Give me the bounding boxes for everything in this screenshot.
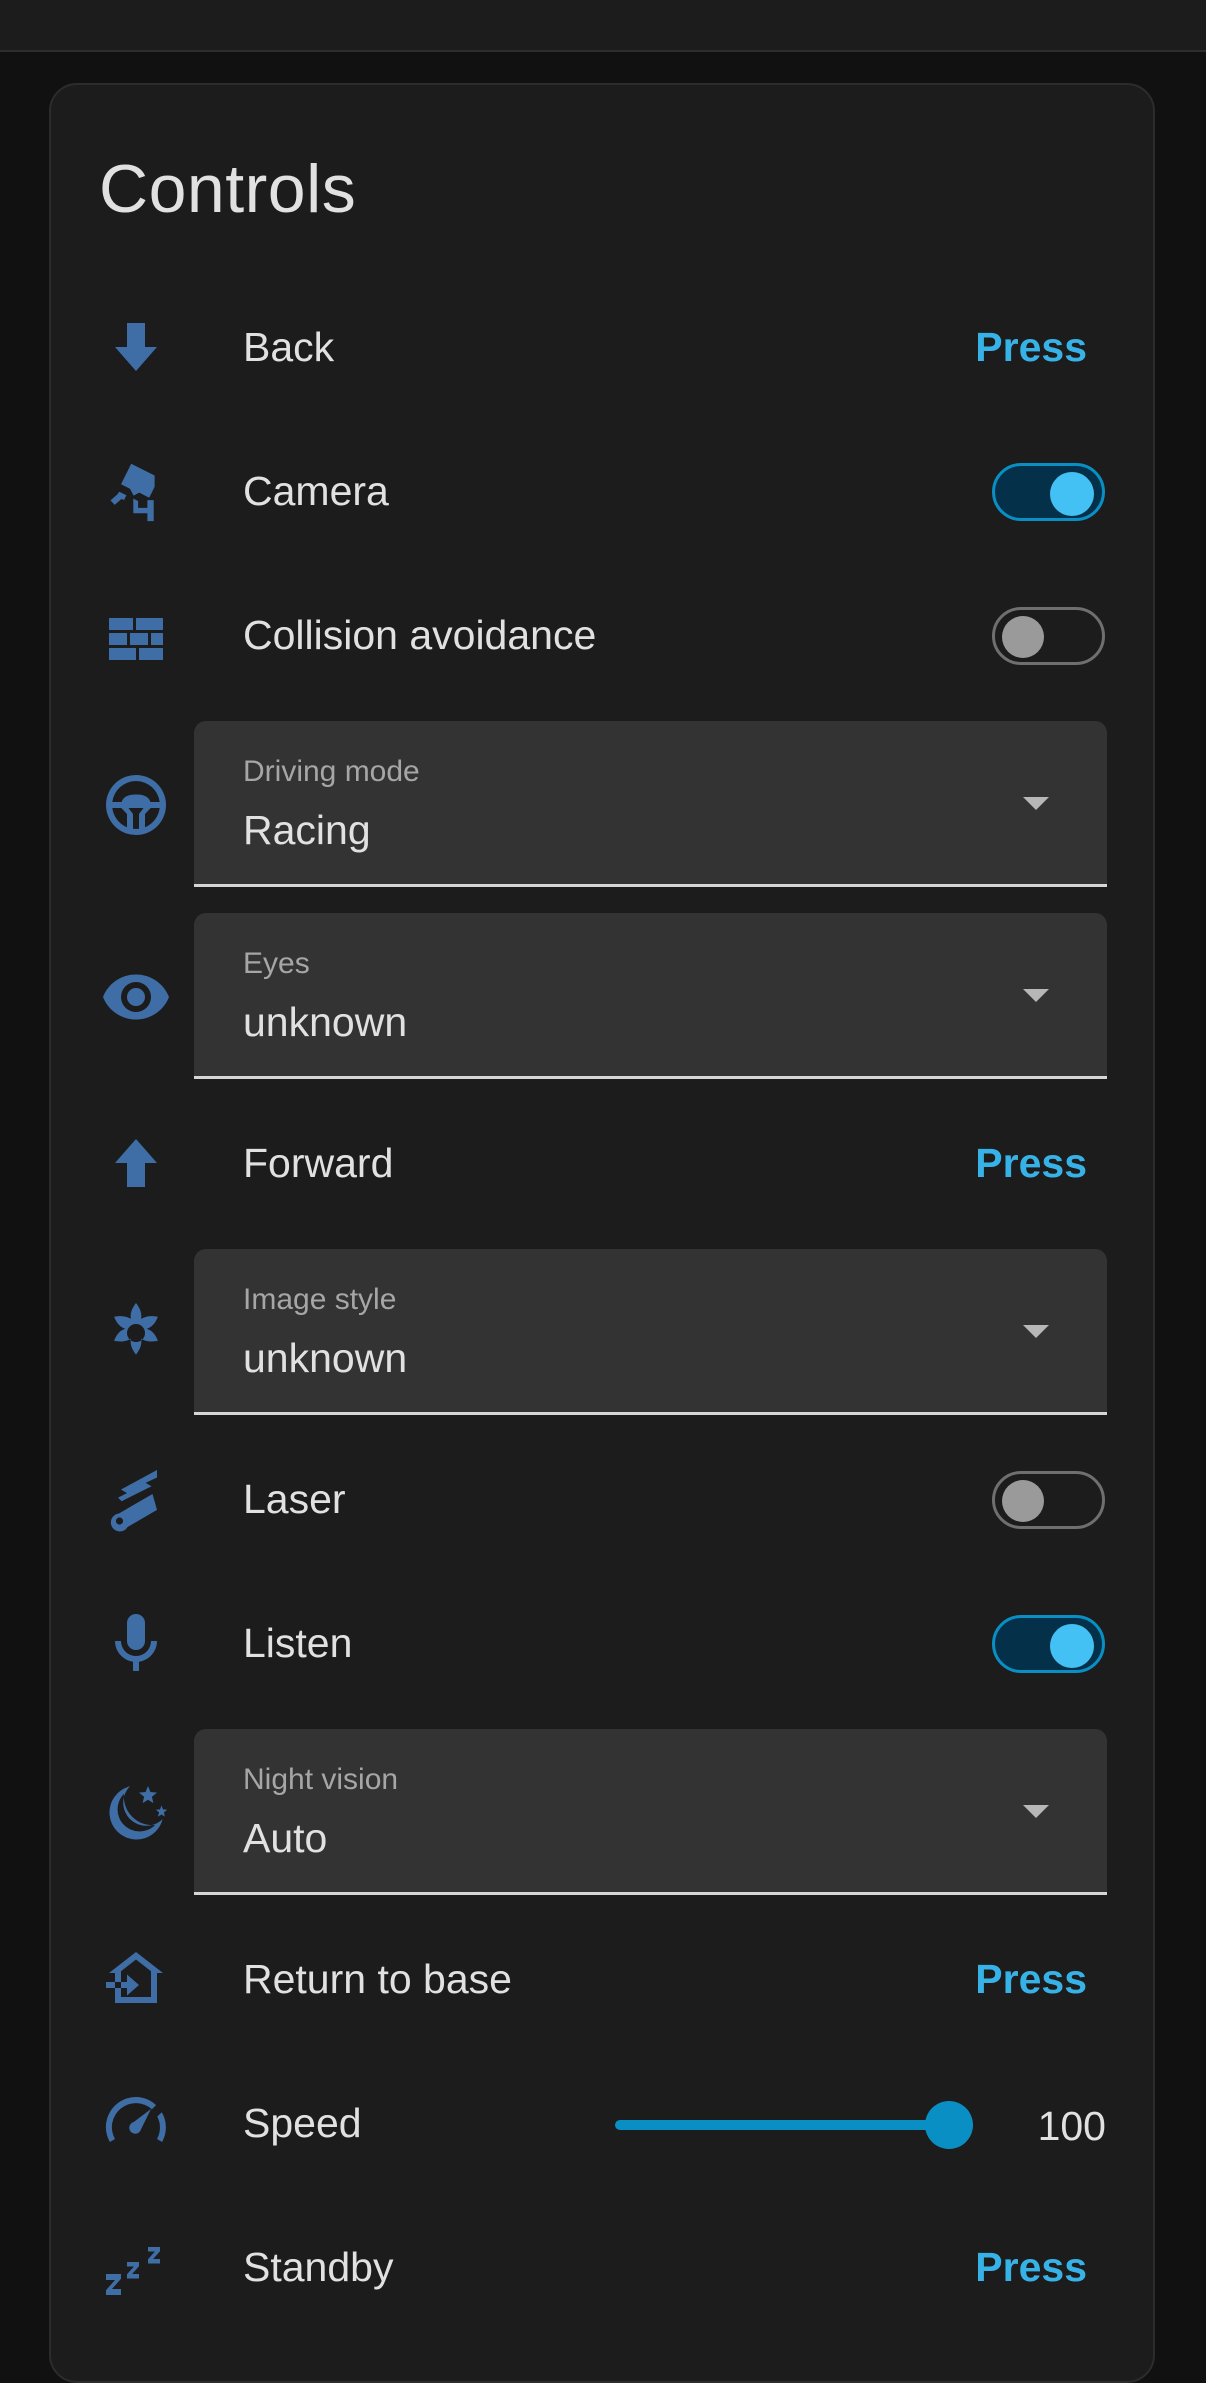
speed-value: 100 (1037, 2103, 1106, 2149)
standby-label: Standby (243, 2244, 394, 2290)
back-label: Back (243, 324, 335, 370)
moon-stars-icon (100, 1777, 172, 1849)
arrow-down-icon (100, 311, 172, 383)
chevron-down-icon (1023, 797, 1049, 810)
return-to-base-label: Return to base (243, 1956, 512, 2002)
return-to-base-press-button[interactable]: Press (975, 1959, 1087, 2000)
eyes-select[interactable]: Eyes unknown (194, 913, 1107, 1079)
chevron-down-icon (1023, 989, 1049, 1002)
top-app-bar (0, 0, 1206, 52)
night-vision-select[interactable]: Night vision Auto (194, 1729, 1107, 1895)
arrow-up-icon (100, 1127, 172, 1199)
collision-avoidance-toggle[interactable] (992, 607, 1105, 665)
toggle-knob (1002, 616, 1044, 658)
camera-toggle[interactable] (992, 463, 1105, 521)
speed-label: Speed (243, 2100, 362, 2146)
laser-label: Laser (243, 1476, 346, 1522)
chevron-down-icon (1023, 1325, 1049, 1338)
back-press-button[interactable]: Press (975, 327, 1087, 368)
sleep-zzz-icon (100, 2232, 172, 2304)
driving-mode-value: Racing (243, 807, 371, 853)
driving-mode-label: Driving mode (243, 755, 420, 788)
forward-press-button[interactable]: Press (975, 1143, 1087, 1184)
toggle-knob (1050, 1624, 1094, 1668)
flower-icon (100, 1297, 172, 1369)
speed-slider-track[interactable] (615, 2120, 947, 2130)
cctv-camera-icon (100, 456, 172, 528)
controls-card (49, 83, 1155, 2383)
driving-mode-select[interactable]: Driving mode Racing (194, 721, 1107, 887)
chevron-down-icon (1023, 1805, 1049, 1818)
toggle-knob (1050, 472, 1094, 516)
brick-wall-icon (100, 600, 172, 672)
night-vision-label: Night vision (243, 1763, 399, 1796)
eyes-label: Eyes (243, 947, 310, 980)
listen-toggle[interactable] (992, 1615, 1105, 1673)
eyes-value: unknown (243, 999, 408, 1045)
image-style-select[interactable]: Image style unknown (194, 1249, 1107, 1415)
laser-toggle[interactable] (992, 1471, 1105, 1529)
listen-label: Listen (243, 1620, 353, 1666)
card-title: Controls (99, 151, 357, 227)
microphone-icon (100, 1608, 172, 1680)
night-vision-value: Auto (243, 1815, 328, 1861)
camera-label: Camera (243, 468, 389, 514)
home-import-icon (100, 1943, 172, 2015)
forward-label: Forward (243, 1140, 394, 1186)
collision-avoidance-label: Collision avoidance (243, 612, 597, 658)
image-style-value: unknown (243, 1335, 408, 1381)
laser-icon (100, 1464, 172, 1536)
image-style-label: Image style (243, 1283, 397, 1316)
steering-wheel-icon (100, 769, 172, 841)
speedometer-icon (100, 2088, 172, 2160)
eye-icon (100, 961, 172, 1033)
toggle-knob (1002, 1480, 1044, 1522)
standby-press-button[interactable]: Press (975, 2247, 1087, 2288)
speed-slider-thumb[interactable] (925, 2101, 973, 2149)
